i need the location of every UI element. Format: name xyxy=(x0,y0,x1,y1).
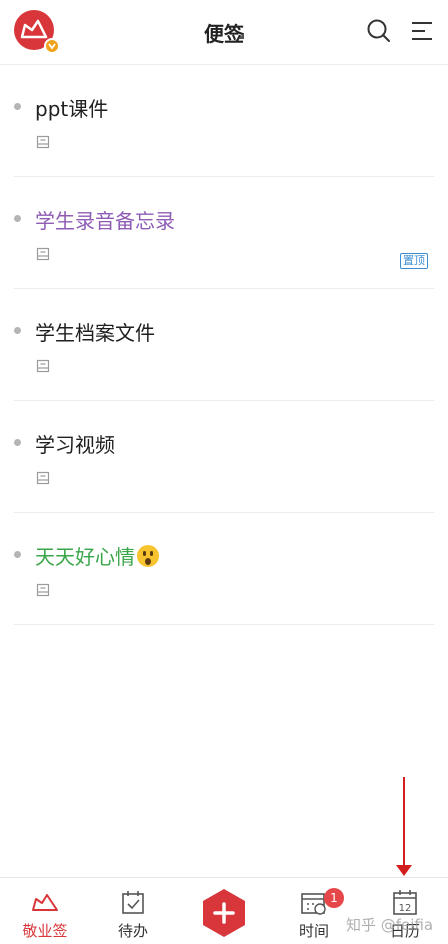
menu-icon[interactable] xyxy=(409,18,435,44)
tab-jingyeqian[interactable]: 敬业签 xyxy=(0,878,90,944)
tab-label: 敬业签 xyxy=(22,922,68,940)
tab-todo[interactable]: 待办 xyxy=(88,878,178,944)
note-title: 学习视频 xyxy=(35,433,115,457)
notification-badge: 1 xyxy=(324,888,344,908)
note-type-icon xyxy=(36,583,50,597)
calendar-check-icon xyxy=(122,891,144,914)
bullet-dot xyxy=(14,215,21,222)
note-title-wrap: 天天好心情 xyxy=(35,541,159,570)
note-item[interactable]: 学生档案文件 xyxy=(14,289,434,401)
note-type-icon xyxy=(36,471,50,485)
note-title: 学生录音备忘录 xyxy=(35,209,175,233)
calendar-icon: 12 xyxy=(393,890,417,915)
add-button[interactable] xyxy=(201,888,247,938)
bullet-dot xyxy=(14,439,21,446)
astonished-face-icon xyxy=(137,545,159,567)
app-header: 便签 xyxy=(0,0,448,65)
note-item[interactable]: 学生录音备忘录 置顶 xyxy=(14,177,434,289)
annotation-arrow-head xyxy=(396,865,412,876)
note-title: 学生档案文件 xyxy=(35,321,155,345)
note-item[interactable]: 天天好心情 xyxy=(14,513,434,625)
note-type-icon xyxy=(36,247,50,261)
bullet-dot xyxy=(14,327,21,334)
calendar-day: 12 xyxy=(399,903,412,914)
note-item[interactable]: 学习视频 xyxy=(14,401,434,513)
cloud-icon xyxy=(32,894,58,911)
title-dropdown-icon[interactable] xyxy=(238,33,244,39)
bullet-dot xyxy=(14,103,21,110)
note-type-icon xyxy=(36,359,50,373)
note-title: 天天好心情 xyxy=(35,545,135,569)
tab-label: 待办 xyxy=(117,922,148,940)
pinned-badge: 置顶 xyxy=(400,253,428,269)
search-icon[interactable] xyxy=(366,18,392,44)
bullet-dot xyxy=(14,551,21,558)
annotation-arrow-line xyxy=(403,777,405,867)
watermark: 知乎 @feifia xyxy=(346,916,434,934)
note-item[interactable]: ppt课件 xyxy=(14,65,434,177)
note-type-icon xyxy=(36,135,50,149)
note-title: ppt课件 xyxy=(35,97,109,121)
note-list: ppt课件 学生录音备忘录 置顶 学生档案文件 学习视频 天天好心情 xyxy=(0,65,448,625)
